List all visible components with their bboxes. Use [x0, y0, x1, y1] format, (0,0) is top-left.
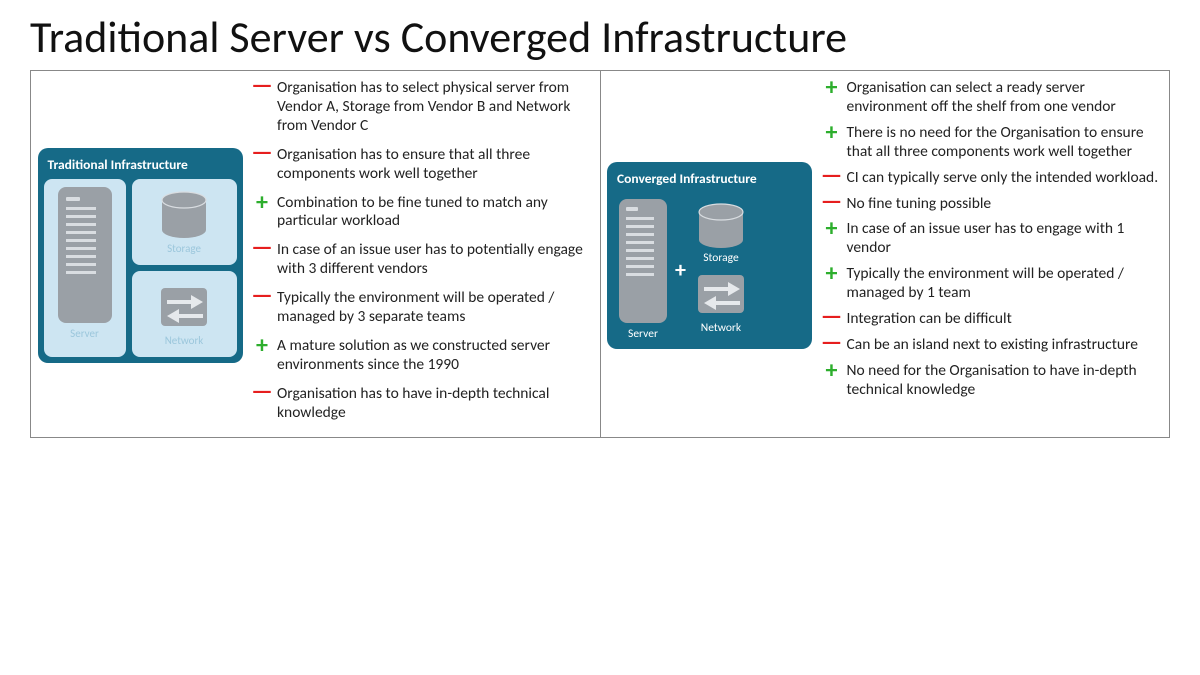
point-item: Combination to be fine tuned to match an… [251, 194, 590, 232]
converged-server-box: Server [617, 197, 669, 341]
server-label: Server [628, 327, 658, 341]
network-icon [692, 271, 750, 319]
point-item: Integration can be difficult [821, 310, 1160, 329]
point-text: There is no need for the Organisation to… [847, 124, 1160, 162]
minus-icon [821, 310, 843, 324]
point-item: Typically the environment will be operat… [821, 265, 1160, 303]
traditional-card-title: Traditional Infrastructure [44, 154, 237, 179]
minus-icon [251, 289, 273, 303]
minus-icon [251, 146, 273, 160]
point-item: In case of an issue user has to engage w… [821, 220, 1160, 258]
converged-card-title: Converged Infrastructure [613, 168, 806, 193]
minus-icon [821, 336, 843, 350]
point-text: Combination to be fine tuned to match an… [277, 194, 590, 232]
storage-icon [694, 203, 748, 249]
point-item: Organisation has to select physical serv… [251, 79, 590, 136]
network-label: Network [165, 334, 204, 347]
point-text: No fine tuning possible [847, 195, 992, 214]
traditional-illustration: Traditional Infrastructure [35, 79, 245, 433]
minus-icon [821, 169, 843, 183]
plus-icon: + [675, 256, 686, 283]
point-text: Organisation has to have in-depth techni… [277, 385, 590, 423]
point-text: Typically the environment will be operat… [277, 289, 590, 327]
traditional-card: Traditional Infrastructure [38, 148, 243, 363]
traditional-network-box: Network [132, 271, 237, 357]
plus-icon [821, 265, 843, 283]
plus-icon [821, 79, 843, 97]
point-item: No need for the Organisation to have in-… [821, 362, 1160, 400]
minus-icon [251, 241, 273, 255]
slide-title: Traditional Server vs Converged Infrastr… [30, 10, 1170, 64]
traditional-points: Organisation has to select physical serv… [245, 79, 596, 433]
plus-icon [821, 124, 843, 142]
plus-icon [251, 194, 273, 212]
converged-storage-box: Storage [694, 203, 748, 265]
point-item: Organisation has to have in-depth techni… [251, 385, 590, 423]
traditional-storage-box: Storage [132, 179, 237, 265]
minus-icon [251, 79, 273, 93]
comparison-grid: Traditional Infrastructure [30, 70, 1170, 438]
point-text: Organisation can select a ready server e… [847, 79, 1160, 117]
point-item: In case of an issue user has to potentia… [251, 241, 590, 279]
minus-icon [251, 385, 273, 399]
network-icon [155, 282, 213, 332]
point-text: In case of an issue user has to engage w… [847, 220, 1160, 258]
plus-icon [821, 220, 843, 238]
point-item: CI can typically serve only the intended… [821, 169, 1160, 188]
storage-icon [157, 190, 211, 240]
point-text: Typically the environment will be operat… [847, 265, 1160, 303]
minus-icon [821, 195, 843, 209]
point-item: Can be an island next to existing infras… [821, 336, 1160, 355]
point-item: No fine tuning possible [821, 195, 1160, 214]
point-text: CI can typically serve only the intended… [847, 169, 1159, 188]
point-text: In case of an issue user has to potentia… [277, 241, 590, 279]
converged-network-box: Network [692, 271, 750, 335]
point-item: Typically the environment will be operat… [251, 289, 590, 327]
server-icon [56, 185, 114, 325]
traditional-column: Traditional Infrastructure [31, 71, 600, 437]
server-icon [617, 197, 669, 325]
converged-card: Converged Infrastructure [607, 162, 812, 349]
point-item: Organisation can select a ready server e… [821, 79, 1160, 117]
plus-icon [251, 337, 273, 355]
plus-icon [821, 362, 843, 380]
point-text: Organisation has to select physical serv… [277, 79, 590, 136]
converged-illustration: Converged Infrastructure [605, 79, 815, 433]
point-text: Integration can be difficult [847, 310, 1012, 329]
network-label: Network [701, 321, 741, 335]
converged-points: Organisation can select a ready server e… [815, 79, 1166, 433]
point-text: Organisation has to ensure that all thre… [277, 146, 590, 184]
server-label: Server [70, 327, 99, 340]
storage-label: Storage [703, 251, 738, 265]
point-text: No need for the Organisation to have in-… [847, 362, 1160, 400]
converged-column: Converged Infrastructure [600, 71, 1170, 437]
point-text: Can be an island next to existing infras… [847, 336, 1138, 355]
point-item: There is no need for the Organisation to… [821, 124, 1160, 162]
traditional-server-box: Server [44, 179, 126, 357]
point-text: A mature solution as we constructed serv… [277, 337, 590, 375]
storage-label: Storage [167, 242, 201, 255]
point-item: A mature solution as we constructed serv… [251, 337, 590, 375]
point-item: Organisation has to ensure that all thre… [251, 146, 590, 184]
